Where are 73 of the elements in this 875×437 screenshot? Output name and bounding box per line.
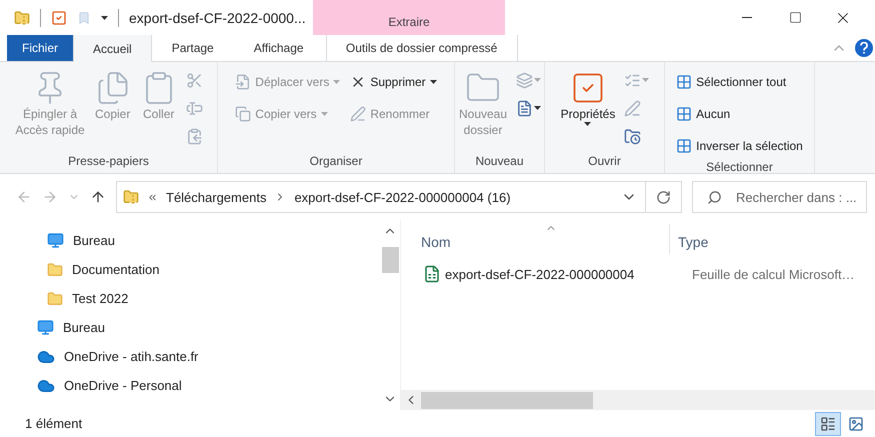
grid-icon bbox=[676, 74, 692, 90]
breadcrumb[interactable]: export-dsef-CF-2022-000000004 (16) bbox=[294, 190, 511, 204]
image-icon bbox=[848, 416, 864, 432]
stack-icon bbox=[516, 72, 534, 88]
caret-icon bbox=[584, 122, 592, 126]
file-name[interactable]: export-dsef-CF-2022-000000004 bbox=[445, 266, 634, 282]
ribbon-tab[interactable]: Outils de dossier compressé bbox=[326, 35, 518, 61]
ribbon-group-label: Presse-papiers bbox=[67, 154, 150, 170]
scroll-thumb[interactable] bbox=[421, 392, 593, 408]
grid-icon bbox=[676, 138, 692, 154]
breadcrumb[interactable]: Téléchargements bbox=[166, 190, 266, 204]
caret-icon bbox=[430, 80, 437, 84]
zip-folder-icon bbox=[123, 189, 139, 205]
folder-icon bbox=[47, 290, 63, 306]
maximize-icon bbox=[788, 11, 802, 24]
ribbon-button[interactable]: Propriétés bbox=[558, 68, 618, 128]
ribbon-group-label: Organiser bbox=[308, 154, 364, 170]
spreadsheet-icon bbox=[423, 265, 441, 283]
checkbox-icon[interactable] bbox=[51, 10, 67, 26]
refresh-icon bbox=[656, 190, 671, 204]
monitor-icon bbox=[47, 232, 64, 249]
double-chevron-icon[interactable] bbox=[147, 192, 158, 202]
minimize-icon bbox=[742, 17, 752, 18]
nav-item[interactable]: OneDrive - atih.sante.fr bbox=[64, 349, 198, 364]
caret-icon bbox=[333, 80, 340, 84]
caret-icon bbox=[534, 106, 542, 110]
ribbon-button[interactable]: Inverser la sélection bbox=[674, 132, 805, 160]
list-icon bbox=[820, 416, 836, 432]
clipboard-arrow-icon bbox=[186, 128, 203, 144]
search-icon bbox=[707, 190, 722, 204]
column-header[interactable]: Nom bbox=[401, 234, 669, 250]
search-field[interactable]: Rechercher dans : ... bbox=[692, 181, 867, 213]
details-view-button[interactable] bbox=[815, 412, 841, 436]
folder-icon bbox=[47, 262, 63, 278]
nav-item[interactable]: Bureau bbox=[63, 320, 105, 335]
pen-icon bbox=[624, 100, 642, 116]
nav-item[interactable]: OneDrive - Personal bbox=[64, 378, 182, 393]
ribbon-button[interactable]: Aucun bbox=[674, 100, 805, 128]
grid-icon bbox=[676, 106, 692, 122]
ribbon-group-label: Ouvrir bbox=[587, 154, 622, 170]
document-icon bbox=[516, 100, 534, 116]
window-title: export-dsef-CF-2022-0000... bbox=[129, 10, 306, 26]
nav-item[interactable]: Test 2022 bbox=[72, 291, 128, 306]
address-bar[interactable]: Téléchargements export-dsef-CF-2022-000000004 (16) bbox=[116, 181, 682, 213]
monitor-icon bbox=[37, 319, 54, 336]
caret-icon bbox=[101, 16, 108, 20]
caret-icon bbox=[534, 78, 542, 82]
ribbon-button[interactable]: Supprimer bbox=[348, 68, 439, 96]
scissors-icon bbox=[186, 72, 203, 88]
status-text: 1 élément bbox=[25, 416, 82, 431]
column-header[interactable]: Type bbox=[670, 234, 820, 250]
forward-arrow-icon[interactable] bbox=[42, 189, 58, 205]
scroll-thumb[interactable] bbox=[382, 247, 398, 273]
file-type: Feuille de calcul Microsoft… bbox=[691, 266, 855, 282]
back-arrow-icon[interactable] bbox=[16, 189, 32, 205]
caret-icon bbox=[642, 78, 650, 82]
ribbon-group-label: Nouveau bbox=[474, 154, 525, 170]
ribbon-button[interactable]: Sélectionner tout bbox=[674, 68, 805, 96]
zip-folder-icon[interactable] bbox=[14, 10, 30, 26]
context-tab-header: Extraire bbox=[388, 15, 430, 29]
nav-item[interactable]: Bureau bbox=[73, 233, 115, 248]
nav-item[interactable]: Documentation bbox=[72, 262, 160, 277]
ribbon-group-label: Sélectionner bbox=[705, 160, 774, 176]
help-icon[interactable] bbox=[855, 39, 873, 57]
move-document-icon bbox=[235, 74, 252, 90]
caret-icon bbox=[320, 112, 328, 116]
rename-field-icon bbox=[186, 100, 203, 116]
folder-clock-icon bbox=[624, 128, 642, 144]
pen-icon bbox=[350, 106, 366, 122]
ribbon-tab[interactable]: Fichier bbox=[7, 35, 74, 61]
copy-icon bbox=[235, 106, 252, 122]
ribbon-tab[interactable]: Accueil bbox=[73, 35, 152, 62]
horizontal-scrollbar[interactable] bbox=[401, 390, 875, 410]
